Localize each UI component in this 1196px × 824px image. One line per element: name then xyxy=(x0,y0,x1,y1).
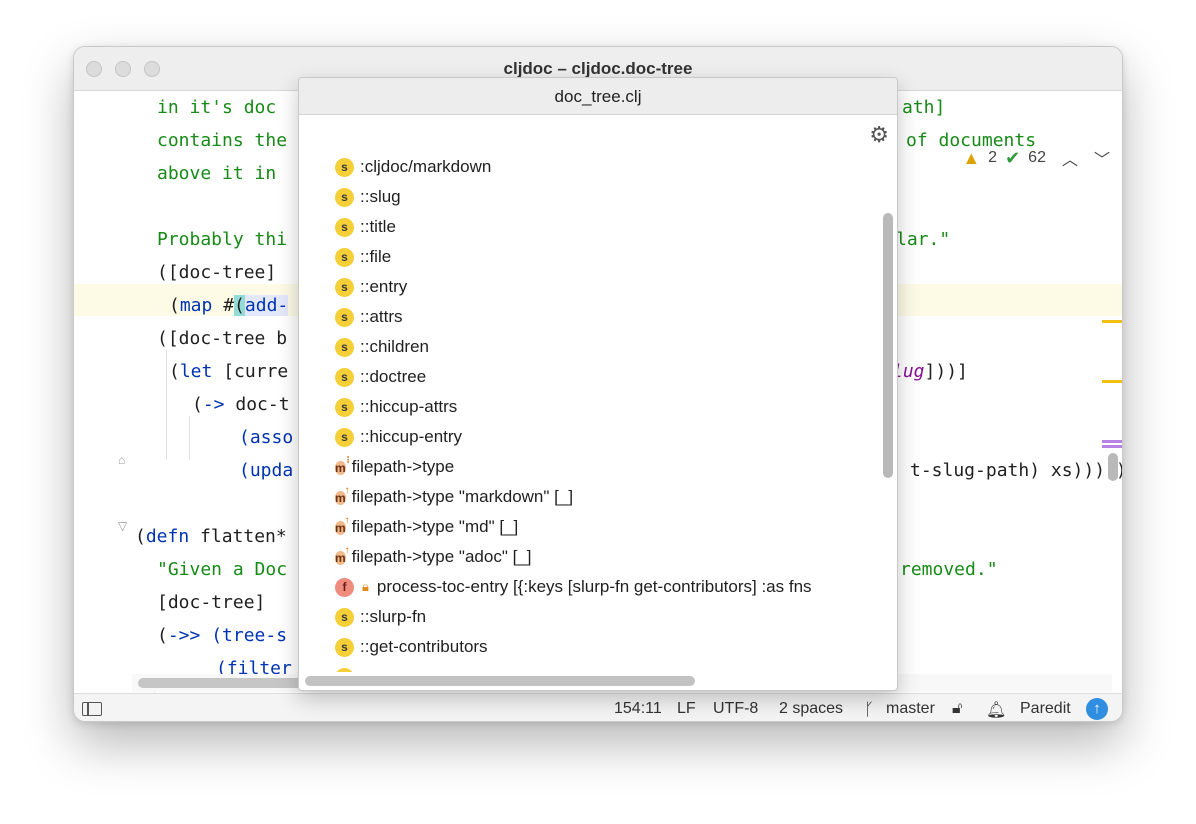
code-line: Probably thi xyxy=(157,229,288,250)
chevron-down-icon[interactable]: ﹀ xyxy=(1094,146,1110,170)
symbol-icon: s xyxy=(335,277,354,297)
code-line: ([doc-tree] xyxy=(157,262,277,283)
code-line: (-> doc-t xyxy=(192,394,290,415)
list-item[interactable]: s::doctree xyxy=(335,362,426,392)
error-stripe-mark[interactable] xyxy=(1102,445,1122,448)
code-line: (upda xyxy=(239,460,294,481)
fold-start-icon[interactable]: ▽ xyxy=(118,519,127,533)
update-arrow-icon[interactable]: ↑ xyxy=(1086,698,1108,720)
editor-vertical-scrollbar[interactable] xyxy=(1108,453,1118,481)
function-icon: f xyxy=(335,577,354,597)
list-item[interactable]: s::attrs xyxy=(335,302,403,332)
list-item[interactable]: s::children xyxy=(335,332,429,362)
list-item[interactable]: s::get-contributors xyxy=(335,632,488,662)
code-line: (let [curre xyxy=(169,361,289,382)
multimethod-dots-icon: ⁝ xyxy=(346,454,350,466)
symbol-icon: s xyxy=(335,667,354,672)
warning-icon: ▲ xyxy=(962,147,981,168)
list-item[interactable]: m ↑ filepath->type "adoc" [_] xyxy=(335,542,532,572)
window-title: cljdoc – cljdoc.doc-tree xyxy=(503,59,693,78)
symbol-icon: s xyxy=(335,307,354,327)
code-line: "Given a Doc xyxy=(157,559,288,580)
implements-arrow-icon: ↑ xyxy=(344,544,350,556)
list-item[interactable]: s::hiccup-entry xyxy=(335,422,462,452)
chevron-up-icon[interactable]: ︿ xyxy=(1062,146,1078,170)
indent-guide xyxy=(189,416,190,460)
symbol-icon: s xyxy=(335,247,354,267)
check-icon: ✔ xyxy=(1005,147,1021,168)
file-structure-popup: doc_tree.clj ⚙ s:cljdoc/markdown s::slug… xyxy=(298,77,898,691)
symbol-icon: s xyxy=(335,427,354,447)
code-line: (map #(add- xyxy=(169,295,289,316)
unlock-icon[interactable]: 🔓︎ xyxy=(952,700,962,718)
code-line: [doc-tree] xyxy=(157,592,266,613)
gear-icon[interactable]: ⚙ xyxy=(869,122,889,148)
warning-count: 2 xyxy=(988,149,998,166)
symbol-icon: s xyxy=(335,607,354,627)
symbol-icon: s xyxy=(335,367,354,387)
code-line: (defn flatten* xyxy=(135,526,287,547)
status-bar: 154:11 LF UTF-8 2 spaces ᚴ master 🔓︎ 🔔︎ … xyxy=(74,693,1122,721)
code-line: (asso xyxy=(239,427,294,448)
lock-icon: 🔒︎ xyxy=(362,579,369,594)
error-stripe-mark[interactable] xyxy=(1102,440,1122,443)
code-line: above it in xyxy=(157,163,277,184)
symbol-icon: s xyxy=(335,217,354,237)
caret-position[interactable]: 154:11 xyxy=(614,700,662,718)
code-line: ([doc-tree b xyxy=(157,328,288,349)
popup-vertical-scrollbar[interactable] xyxy=(883,213,893,478)
symbol-icon: s xyxy=(335,397,354,417)
error-stripe-mark[interactable] xyxy=(1102,320,1122,323)
list-item[interactable]: m ↑ filepath->type "md" [_] xyxy=(335,512,518,542)
symbol-icon: s xyxy=(335,187,354,207)
symbol-icon: s xyxy=(335,337,354,357)
git-branch-icon: ᚴ xyxy=(864,700,875,719)
code-line: (->> (tree-s xyxy=(157,625,288,646)
code-line: contains the xyxy=(157,130,288,151)
list-item[interactable]: s::hiccup-attrs xyxy=(335,392,457,422)
code-line-tail: lar." xyxy=(896,229,951,250)
code-line: in it's doc xyxy=(157,97,277,118)
git-branch[interactable]: master xyxy=(886,700,935,718)
editor-horizontal-scrollbar[interactable] xyxy=(138,678,318,688)
list-item[interactable]: m ↑ filepath->type "markdown" [_] xyxy=(335,482,573,512)
list-item[interactable]: s::slug xyxy=(335,182,401,212)
symbol-icon: s xyxy=(335,157,354,177)
popup-horizontal-scrollbar[interactable] xyxy=(305,676,695,686)
implements-arrow-icon: ↑ xyxy=(344,484,350,496)
ok-count: 62 xyxy=(1028,149,1046,166)
list-item[interactable]: s::title xyxy=(335,212,396,242)
indent-setting[interactable]: 2 spaces xyxy=(779,700,843,718)
code-line-tail: removed." xyxy=(900,559,998,580)
error-stripe-mark[interactable] xyxy=(1102,380,1122,383)
list-item[interactable]: s::file xyxy=(335,242,391,272)
code-line-tail: lug]))] xyxy=(892,361,968,382)
structure-list[interactable]: s:cljdoc/markdown s::slug s::title s::fi… xyxy=(299,152,879,672)
code-line-tail: t-slug-path) xs))))) xyxy=(910,460,1122,481)
editing-mode[interactable]: Paredit xyxy=(1020,700,1071,718)
implements-arrow-icon: ↑ xyxy=(344,514,350,526)
code-line-tail: ath] xyxy=(902,97,946,118)
list-item[interactable]: s::slurp-fn xyxy=(335,602,426,632)
list-item[interactable]: f 🔒︎ process-toc-entry [{:keys [slurp-fn g… xyxy=(335,572,812,602)
line-separator[interactable]: LF xyxy=(677,700,696,718)
symbol-icon: s xyxy=(335,637,354,657)
inspections-widget[interactable]: ▲ 2 ✔ 62 ︿ ﹀ xyxy=(962,146,1110,170)
indent-guide xyxy=(166,350,167,460)
multimethod-icon: m xyxy=(335,460,346,475)
list-item[interactable]: s::entry xyxy=(335,272,407,302)
file-encoding[interactable]: UTF-8 xyxy=(713,700,758,718)
list-item[interactable]: m ⁝ filepath->type xyxy=(335,452,454,482)
notifications-icon[interactable]: 🔔︎ xyxy=(986,700,1006,720)
popup-title: doc_tree.clj xyxy=(299,78,897,115)
list-item-partial[interactable]: s xyxy=(335,662,360,672)
toggle-tool-windows-icon[interactable] xyxy=(82,702,102,716)
fold-end-icon[interactable]: ⌂ xyxy=(118,453,125,467)
list-item[interactable]: s:cljdoc/markdown xyxy=(335,152,491,182)
